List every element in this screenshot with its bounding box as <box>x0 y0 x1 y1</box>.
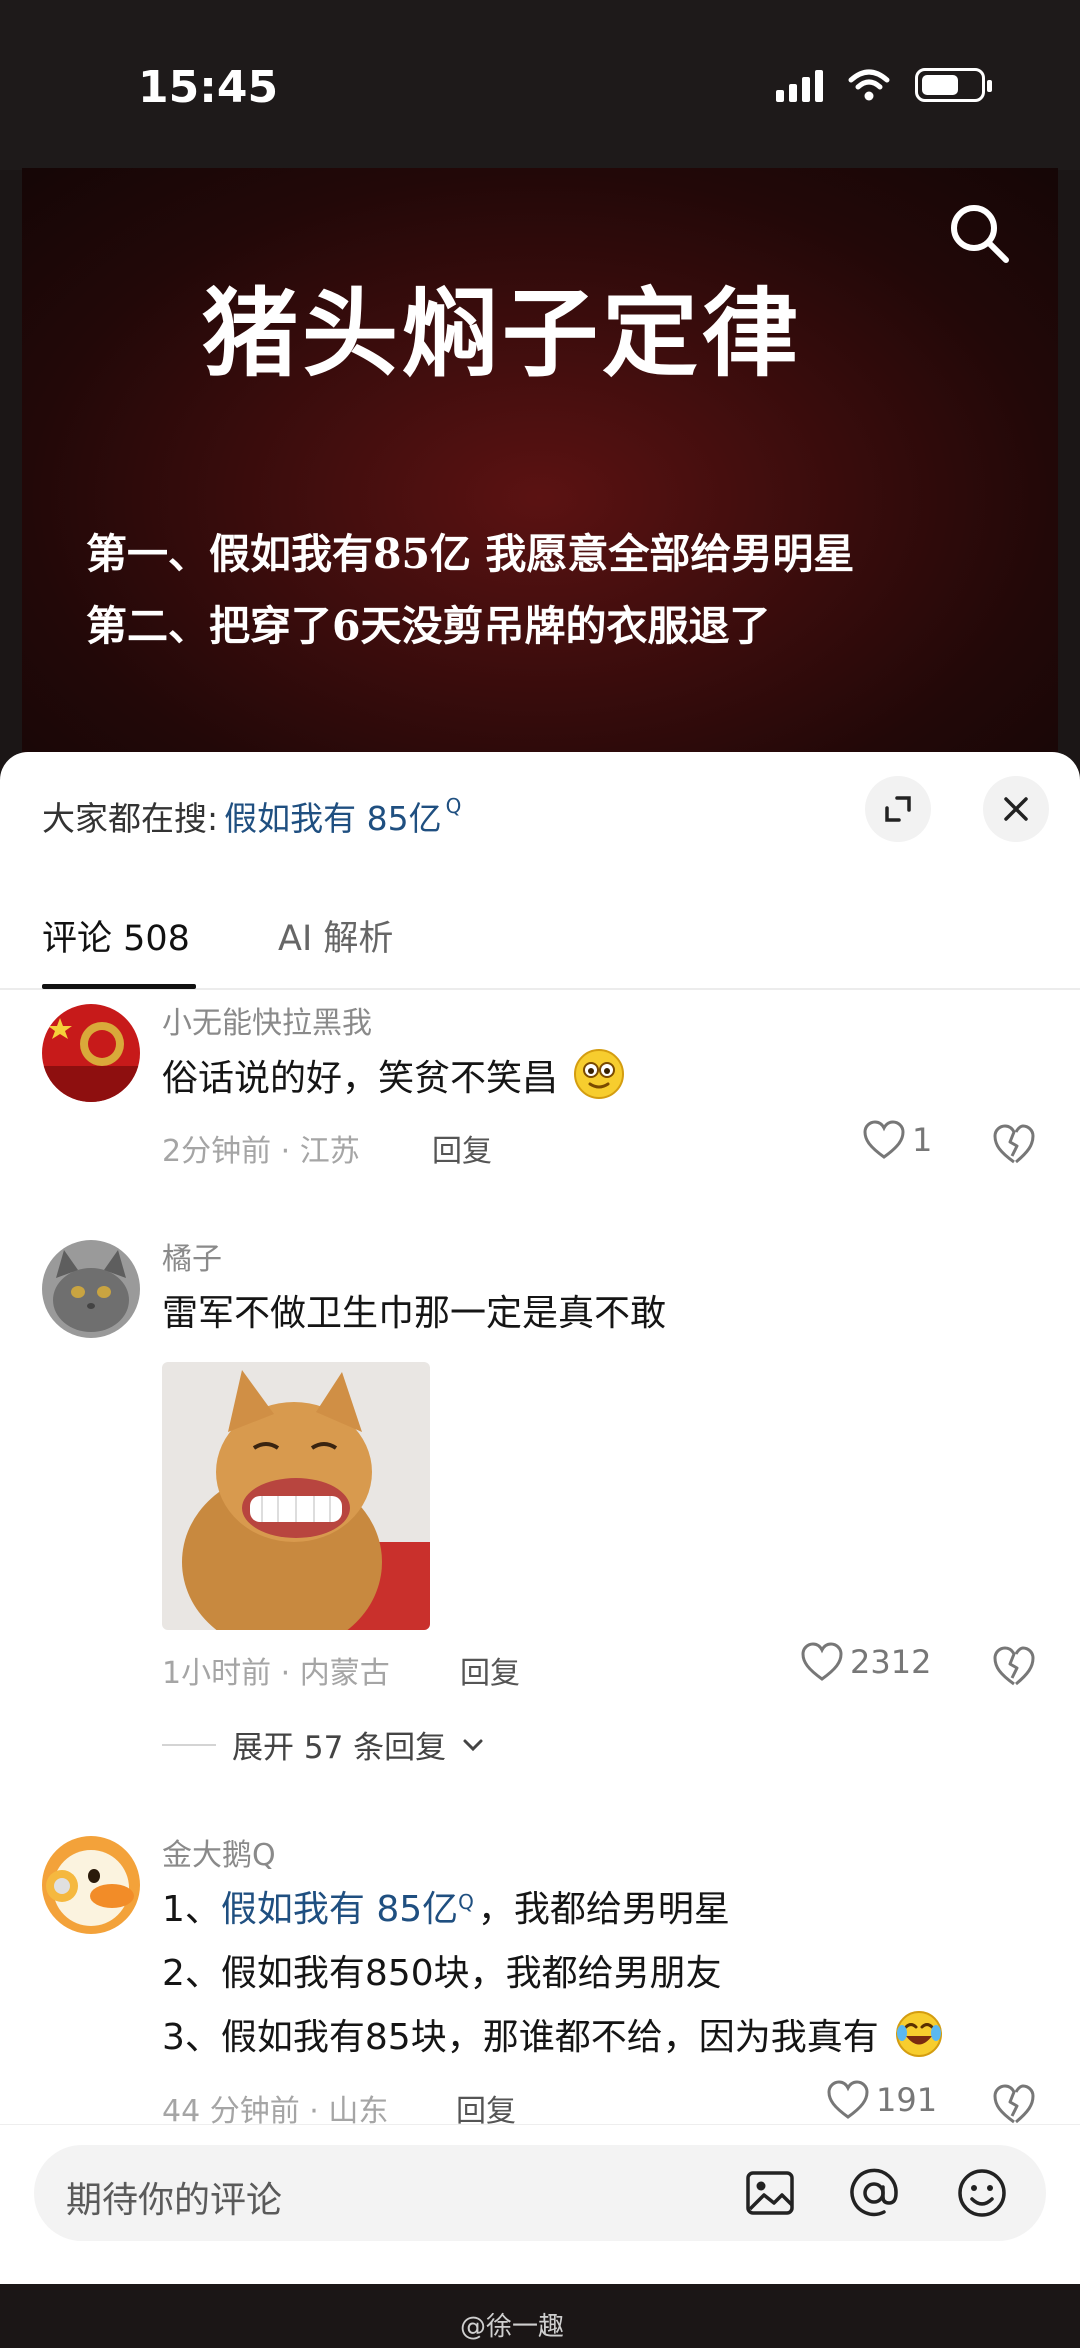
watermark: @徐一趣 <box>460 2312 565 2342</box>
like-button[interactable]: 2312 <box>800 1642 931 1682</box>
avatar[interactable] <box>42 1240 140 1338</box>
status-bar: 15:45 <box>0 0 1080 170</box>
comment-input-placeholder: 期待你的评论 <box>66 2180 283 2221</box>
comment-input[interactable]: 期待你的评论 <box>34 2145 1046 2241</box>
expand-icon <box>885 796 911 822</box>
like-count: 2312 <box>850 1643 932 1681</box>
dislike-icon[interactable] <box>992 2082 1036 2126</box>
search-icon: Q <box>458 1890 474 1914</box>
comment-tabs: 评论 508 AI 解析 <box>0 900 1080 990</box>
at-icon[interactable] <box>846 2165 902 2221</box>
signal-icon <box>776 68 823 102</box>
search-icon: Q <box>445 794 462 818</box>
video-player[interactable]: 猪头焖子定律 第一、假如我有85亿 我愿意全部给男明星 第二、把穿了6天没剪吊牌… <box>22 168 1058 768</box>
reply-button[interactable]: 回复 <box>460 1648 520 1692</box>
expand-replies-label: 展开 57 条回复 <box>232 1730 447 1766</box>
comment-meta: 1小时前 · 内蒙古 <box>162 1656 390 1691</box>
tab-underline <box>42 984 196 989</box>
comment-text-line-3: 3、假如我有85块，那谁都不给，因为我真有 <box>162 2008 944 2060</box>
expand-button[interactable] <box>865 776 931 842</box>
avatar[interactable] <box>42 1836 140 1934</box>
reply-button[interactable]: 回复 <box>432 1126 492 1170</box>
heart-icon <box>863 1120 905 1159</box>
comment-input-bar: 期待你的评论 <box>0 2124 1080 2284</box>
like-button[interactable]: 1 <box>862 1120 932 1160</box>
like-count: 1 <box>912 1121 933 1159</box>
expand-replies-button[interactable]: 展开 57 条回复 <box>162 1722 484 1767</box>
heart-icon <box>801 1642 843 1681</box>
hot-search-bar[interactable]: 大家都在搜: 假如我有 85亿 Q <box>42 792 461 840</box>
like-button[interactable]: 191 <box>826 2080 937 2120</box>
image-icon[interactable] <box>742 2165 798 2221</box>
chevron-down-icon <box>463 1739 483 1751</box>
comment-username[interactable]: 金大鹅Q <box>162 1830 276 1874</box>
like-count: 191 <box>876 2081 938 2119</box>
comment-username[interactable]: 橘子 <box>162 1234 222 1278</box>
close-button[interactable] <box>983 776 1049 842</box>
status-time: 15:45 <box>138 62 279 113</box>
hot-search-keyword[interactable]: 假如我有 85亿 <box>224 792 441 840</box>
tab-comments[interactable]: 评论 508 <box>42 910 190 961</box>
comment-text: 雷军不做卫生巾那一定是真不敢 <box>162 1293 667 1334</box>
wifi-icon <box>848 69 890 101</box>
comment-text-line-1: 1、假如我有 85亿Q ，我都给男明星 <box>162 1880 730 1932</box>
comment-sheet: 大家都在搜: 假如我有 85亿 Q 评论 508 AI 解析 小无能快拉黑我 俗… <box>0 752 1080 2162</box>
list-number: 1、 <box>162 1889 221 1930</box>
dislike-icon[interactable] <box>992 1644 1036 1688</box>
avatar[interactable] <box>42 1004 140 1102</box>
smiley-emoji-icon <box>574 1049 625 1099</box>
comment-text-rest: ，我都给男明星 <box>477 1889 730 1930</box>
hot-search-prefix: 大家都在搜: <box>42 799 219 838</box>
video-caption-line-1: 第一、假如我有85亿 我愿意全部给男明星 <box>86 530 855 578</box>
video-title: 猪头焖子定律 <box>202 277 802 390</box>
comment-text-content: 3、假如我有85块，那谁都不给，因为我真有 <box>162 2017 879 2058</box>
comment-username[interactable]: 小无能快拉黑我 <box>162 998 372 1042</box>
comment-image[interactable] <box>162 1362 430 1630</box>
video-caption-line-2: 第二、把穿了6天没剪吊牌的衣服退了 <box>86 602 771 650</box>
status-icons <box>776 68 992 102</box>
divider <box>162 1743 216 1746</box>
emoji-icon[interactable] <box>954 2165 1010 2221</box>
comment-text: 俗话说的好，笑贫不笑昌 <box>162 1048 625 1101</box>
search-icon[interactable] <box>944 198 1014 268</box>
laugh-cry-emoji-icon <box>896 2011 943 2057</box>
comment-text-content: 俗话说的好，笑贫不笑昌 <box>162 1058 559 1099</box>
tab-ai-analysis[interactable]: AI 解析 <box>278 910 393 961</box>
battery-icon <box>915 68 992 102</box>
inline-keyword-link[interactable]: 假如我有 85亿 <box>221 1889 458 1930</box>
close-icon <box>1004 797 1028 821</box>
comment-text-line-2: 2、假如我有850块，我都给男朋友 <box>162 1953 722 1994</box>
dislike-icon[interactable] <box>992 1122 1036 1166</box>
heart-icon <box>827 2080 869 2119</box>
comment-meta: 2分钟前 · 江苏 <box>162 1134 360 1169</box>
